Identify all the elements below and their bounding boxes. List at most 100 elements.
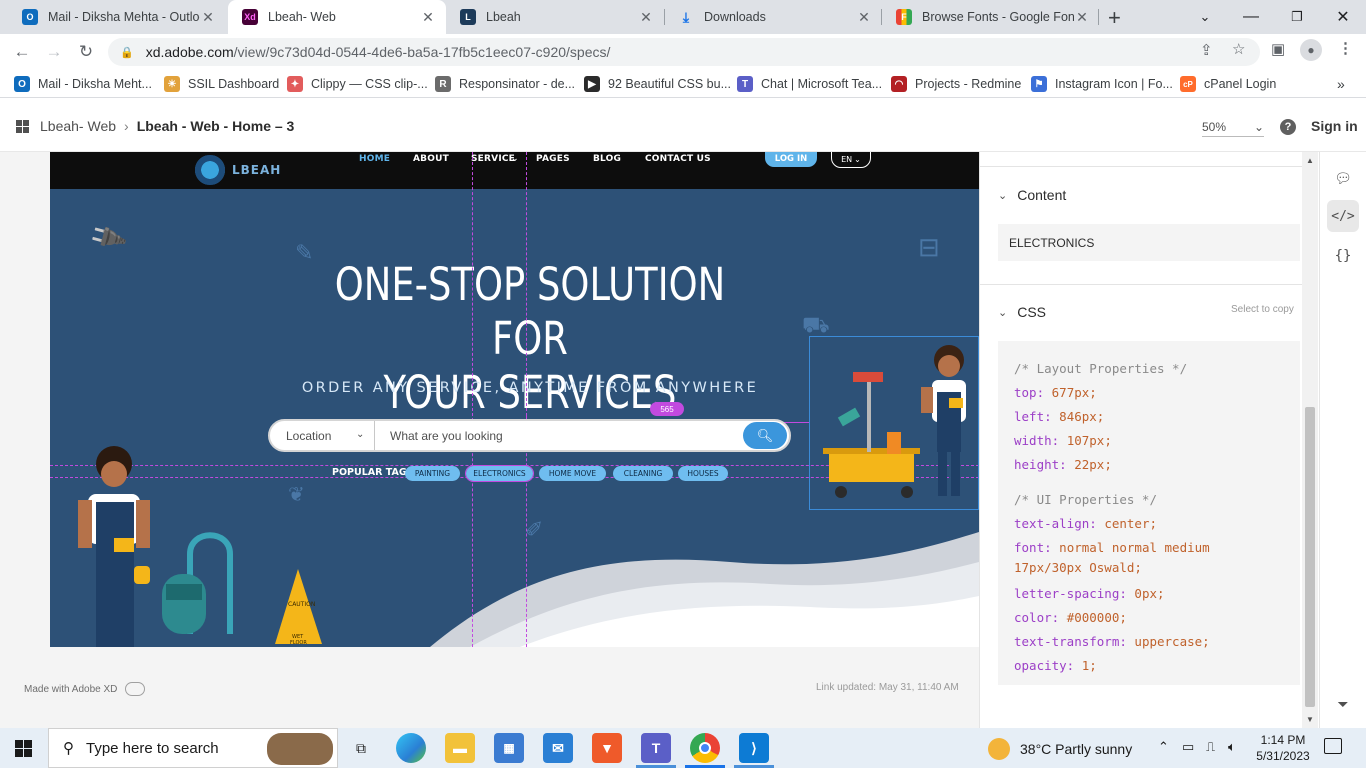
- bookmark-item[interactable]: ▶ 92 Beautiful CSS bu...: [584, 76, 731, 92]
- task-view-icon[interactable]: ⧉: [346, 733, 376, 763]
- back-button[interactable]: ←: [10, 40, 34, 64]
- scroll-down-icon[interactable]: ▼: [1306, 715, 1314, 724]
- code-icon[interactable]: </>: [1327, 200, 1359, 232]
- site-logo[interactable]: LBEAH: [190, 154, 294, 186]
- address-bar[interactable]: 🔒 xd.adobe.com/view/9c73d04d-0544-4de6-b…: [108, 38, 1260, 66]
- bookmark-item[interactable]: R Responsinator - de...: [435, 76, 575, 92]
- code-line: text-transform: uppercase;: [1014, 634, 1210, 649]
- clock-time: 1:14 PM: [1260, 733, 1306, 747]
- forward-button[interactable]: →: [42, 40, 66, 64]
- scroll-up-icon[interactable]: ▲: [1306, 156, 1314, 165]
- outlook-icon: O: [14, 76, 30, 92]
- nav-pages[interactable]: PAGES: [536, 154, 570, 164]
- tab-outlook[interactable]: O Mail - Diksha Mehta - Outlook ✕: [8, 0, 226, 34]
- close-icon[interactable]: ✕: [638, 9, 654, 26]
- content-value-box[interactable]: ELECTRONICS: [998, 224, 1300, 261]
- bookmark-item[interactable]: ⚑ Instagram Icon | Fo...: [1031, 76, 1173, 92]
- panel-scrollbar[interactable]: ▲ ▼: [1302, 152, 1318, 728]
- artboard-home[interactable]: 🔌 ✎ ⊟ ⛟ ❦ ✐ LBEAH HOME ABOUT SERVICE ⌄ P…: [50, 152, 979, 647]
- creative-cloud-icon: [125, 682, 146, 696]
- bookmark-star-icon[interactable]: ☆: [1232, 40, 1245, 58]
- taskbar-search[interactable]: ⚲ Type here to search: [48, 728, 338, 768]
- css-section-header[interactable]: ⌄ CSS: [998, 304, 1046, 320]
- search-button[interactable]: 🔍︎: [743, 422, 787, 449]
- tab-lbeah[interactable]: L Lbeah ✕: [446, 0, 664, 34]
- minimize-button[interactable]: —: [1228, 0, 1274, 34]
- network-icon[interactable]: ⎍: [1206, 739, 1215, 755]
- section-divider: [980, 166, 1302, 167]
- bookmark-item[interactable]: T Chat | Microsoft Tea...: [737, 76, 882, 92]
- search-input[interactable]: What are you looking: [390, 429, 503, 443]
- search-icon: 🔍︎: [756, 427, 774, 443]
- code-gap: [1014, 477, 1284, 488]
- vscode-icon[interactable]: ⟩: [739, 733, 769, 763]
- bookmark-item[interactable]: O Mail - Diksha Meht...: [14, 76, 152, 92]
- chevron-up-icon[interactable]: ⌃: [1158, 739, 1169, 755]
- file-explorer-icon[interactable]: ▬: [445, 733, 475, 763]
- restore-button[interactable]: ❐: [1274, 0, 1320, 34]
- side-panel-icon[interactable]: ▣: [1271, 40, 1285, 58]
- tag-houses[interactable]: HOUSES: [678, 466, 728, 481]
- taskbar-clock[interactable]: 1:14 PM 5/31/2023: [1252, 732, 1314, 764]
- volume-icon[interactable]: 🔈︎: [1228, 739, 1236, 755]
- language-select[interactable]: EN ⌄: [831, 152, 871, 168]
- nav-home[interactable]: HOME: [359, 154, 390, 164]
- filter-icon[interactable]: ⏷: [1327, 688, 1359, 720]
- bookmark-item[interactable]: ☀ SSIL Dashboard: [164, 76, 279, 92]
- weather-widget[interactable]: 38°C Partly sunny: [988, 738, 1132, 760]
- tab-search-chevron-icon[interactable]: ⌄: [1182, 0, 1228, 34]
- help-icon[interactable]: ?: [1280, 119, 1296, 135]
- windows-start-icon[interactable]: [15, 740, 32, 757]
- nav-contact[interactable]: CONTACT US: [645, 154, 711, 164]
- share-icon[interactable]: ⇪: [1200, 41, 1213, 59]
- sign-in-link[interactable]: Sign in: [1311, 118, 1358, 134]
- battery-icon[interactable]: ▭: [1182, 739, 1194, 755]
- tag-home-move[interactable]: HOME MOVE: [539, 466, 606, 481]
- nav-blog[interactable]: BLOG: [593, 154, 621, 164]
- tag-cleaning[interactable]: CLEANING: [613, 466, 673, 481]
- chrome-icon[interactable]: [690, 733, 720, 763]
- css-code-block[interactable]: /* Layout Properties */ top: 677px; left…: [998, 341, 1300, 685]
- logo-text: LBEAH: [232, 163, 282, 177]
- edge-icon[interactable]: [396, 733, 426, 763]
- profile-avatar[interactable]: ●: [1300, 39, 1322, 61]
- zoom-select[interactable]: 50% ⌄: [1202, 117, 1264, 137]
- tab-downloads[interactable]: ⤓ Downloads ✕: [664, 0, 882, 34]
- nav-service[interactable]: SERVICE: [471, 154, 515, 164]
- url-text[interactable]: xd.adobe.com/view/9c73d04d-0544-4de6-ba5…: [146, 44, 611, 60]
- close-icon[interactable]: ✕: [200, 9, 216, 26]
- tab-lbeah-web[interactable]: Xd Lbeah- Web ✕: [228, 0, 446, 34]
- design-canvas: 🔌 ✎ ⊟ ⛟ ❦ ✐ LBEAH HOME ABOUT SERVICE ⌄ P…: [0, 152, 979, 728]
- teams-icon[interactable]: T: [641, 733, 671, 763]
- bookmarks-overflow-icon[interactable]: »: [1337, 76, 1345, 92]
- store-icon[interactable]: ▦: [494, 733, 524, 763]
- comment-icon[interactable]: 💬︎: [1327, 162, 1359, 194]
- tab-google-fonts[interactable]: F Browse Fonts - Google Fonts ✕: [882, 0, 1100, 34]
- download-icon: ⤓: [682, 8, 690, 25]
- notifications-icon[interactable]: [1324, 738, 1342, 754]
- tag-painting[interactable]: PAINTING: [405, 466, 460, 481]
- bookmark-item[interactable]: ◠ Projects - Redmine: [891, 76, 1021, 92]
- new-tab-button[interactable]: +: [1108, 5, 1121, 31]
- mail-icon[interactable]: ✉: [543, 733, 573, 763]
- login-button[interactable]: LOG IN: [765, 152, 817, 167]
- close-icon[interactable]: ✕: [420, 9, 436, 26]
- content-section-header[interactable]: ⌄ Content: [998, 187, 1066, 203]
- brave-icon[interactable]: ▼: [592, 733, 622, 763]
- tab-title: Browse Fonts - Google Fonts: [922, 10, 1074, 24]
- bookmark-item[interactable]: cP cPanel Login: [1180, 76, 1276, 92]
- breadcrumb-root[interactable]: Lbeah- Web: [40, 118, 116, 134]
- close-icon[interactable]: ✕: [856, 9, 872, 26]
- grid-view-icon[interactable]: [16, 120, 29, 133]
- tag-electronics[interactable]: ELECTRONICS: [465, 465, 534, 482]
- window-close-button[interactable]: ✕: [1320, 0, 1366, 34]
- tab-title: Lbeah: [486, 10, 521, 24]
- reload-button[interactable]: ↻: [74, 40, 98, 64]
- nav-about[interactable]: ABOUT: [413, 154, 449, 164]
- bookmark-item[interactable]: ✦ Clippy — CSS clip-...: [287, 76, 428, 92]
- menu-kebab-icon[interactable]: ⋮: [1338, 39, 1353, 57]
- scrollbar-thumb[interactable]: [1305, 407, 1315, 707]
- close-icon[interactable]: ✕: [1074, 9, 1090, 26]
- guide-line: [526, 152, 527, 647]
- braces-icon[interactable]: {}: [1327, 240, 1359, 272]
